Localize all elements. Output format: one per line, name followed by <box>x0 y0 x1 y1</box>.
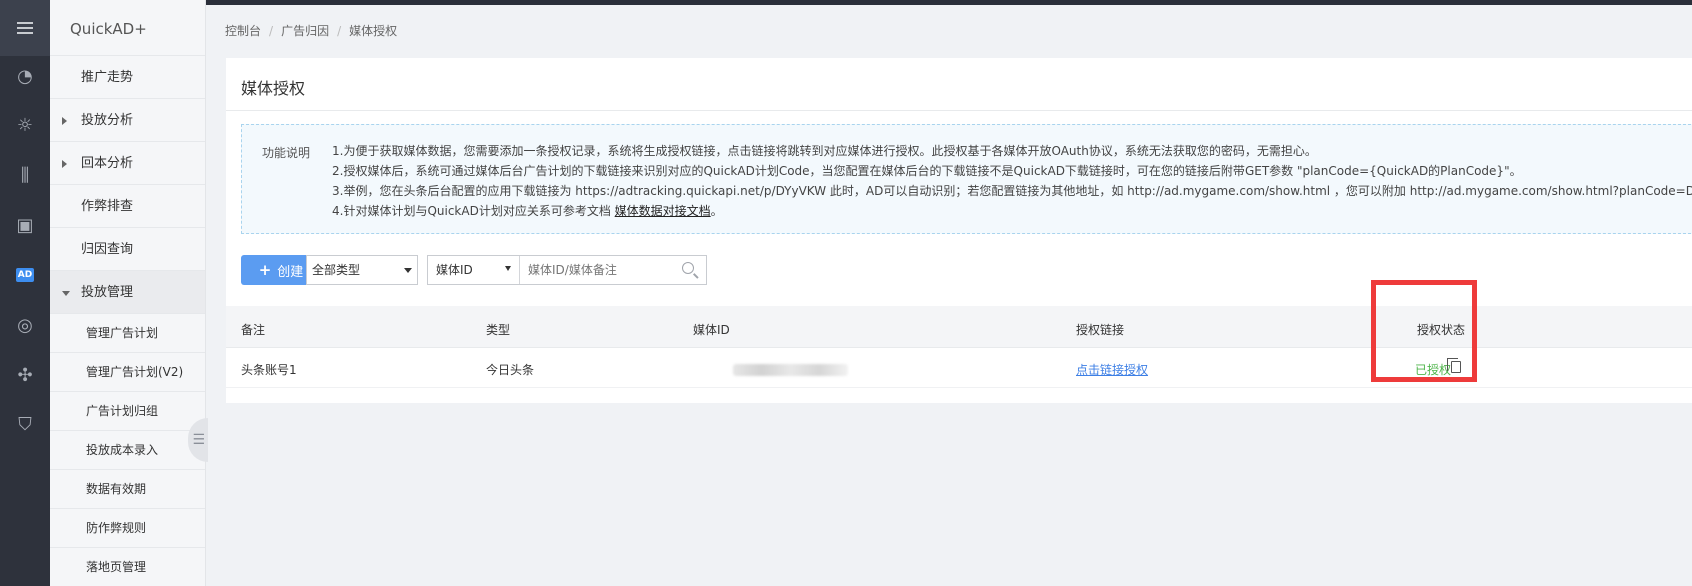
search-input[interactable] <box>528 256 678 284</box>
type-select[interactable]: 全部类型 <box>306 255 418 285</box>
sidebar-item-label: 作弊排查 <box>81 199 134 214</box>
divider <box>226 110 1692 111</box>
sidebar-item-label: 回本分析 <box>81 156 134 171</box>
column-header: 授权链接 <box>1076 323 1125 337</box>
cell-type: 今日头条 <box>486 363 535 377</box>
caret-down-icon <box>505 266 511 271</box>
plus-icon: + <box>258 261 272 279</box>
sidebar-subitem-anti-fraud-rules[interactable]: 防作弊规则 <box>50 509 205 548</box>
sidebar-subitem-cost-entry[interactable]: 投放成本录入 <box>50 431 205 470</box>
sidebar-item-attribution-query[interactable]: 归因查询 <box>50 228 205 271</box>
caret-right-icon <box>62 117 67 125</box>
target-icon[interactable]: ◎ <box>0 313 50 337</box>
dashboard-icon[interactable]: ◔ <box>0 64 50 88</box>
highlight-annotation <box>1371 280 1477 382</box>
redacted-media-id <box>733 364 848 376</box>
sidebar-subitem-manage-plans-v2[interactable]: 管理广告计划(V2) <box>50 353 205 392</box>
feature-notice: 功能说明 1.为便于获取媒体数据，您需要添加一条授权记录，系统将生成授权链接，点… <box>241 124 1692 234</box>
shield-check-icon[interactable]: ⛉ <box>0 412 50 436</box>
sidebar-subitem-landing-pages[interactable]: 落地页管理 <box>50 548 205 586</box>
search-type-select[interactable]: 媒体ID <box>428 256 520 284</box>
breadcrumb-item[interactable]: 广告归因 <box>281 24 329 38</box>
docs-link[interactable]: 媒体数据对接文档 <box>615 204 711 218</box>
breadcrumb-item[interactable]: 控制台 <box>225 24 261 38</box>
column-header: 类型 <box>486 323 511 337</box>
notice-line-text: 。 <box>710 204 723 218</box>
notice-line: 3.举例，您在头条后台配置的应用下载链接为 https://adtracking… <box>332 184 1692 198</box>
sidebar-item-fraud-check[interactable]: 作弊排查 <box>50 185 205 228</box>
search-icon[interactable] <box>682 262 694 274</box>
sun-icon[interactable]: ☼ <box>0 113 50 137</box>
caret-down-icon <box>62 291 70 296</box>
notice-line: 4.针对媒体计划与QuickAD计划对应关系可参考文档 媒体数据对接文档。 <box>332 201 1692 221</box>
dollar-doc-icon[interactable]: ▣ <box>0 213 50 237</box>
brand-title: QuickAD+ <box>50 0 205 56</box>
sidebar-item-payback-analysis[interactable]: 回本分析 <box>50 142 205 185</box>
caret-right-icon <box>62 160 67 168</box>
type-select-value: 全部类型 <box>312 263 361 277</box>
sidebar-subitem-plan-grouping[interactable]: 广告计划归组 <box>50 392 205 431</box>
search-type-value: 媒体ID <box>436 263 473 277</box>
create-button-label: 创建 <box>277 264 304 280</box>
breadcrumb: 控制台 / 广告归因 / 媒体授权 <box>225 24 398 38</box>
sidebar-item-delivery-analysis[interactable]: 投放分析 <box>50 99 205 142</box>
sidebar-item-delivery-management[interactable]: 投放管理 <box>50 271 205 314</box>
ad-icon[interactable]: AD <box>0 263 50 287</box>
sidebar-item-label: 归因查询 <box>81 242 134 257</box>
top-bar <box>0 0 1692 5</box>
menu-icon[interactable] <box>0 0 50 56</box>
sidebar: QuickAD+ 推广走势 投放分析 回本分析 作弊排查 归因查询 投放管理 管… <box>50 0 206 586</box>
notice-label: 功能说明 <box>262 146 311 160</box>
chevron-down-icon <box>404 268 412 273</box>
sidebar-item-trend[interactable]: 推广走势 <box>50 56 205 99</box>
column-header: 媒体ID <box>693 323 730 337</box>
search-box: 媒体ID <box>427 255 707 285</box>
page-title: 媒体授权 <box>241 79 306 98</box>
sidebar-item-label: 投放管理 <box>81 285 134 300</box>
auth-link[interactable]: 点击链接授权 <box>1076 361 1148 378</box>
notice-line: 2.授权媒体后，系统可通过媒体后台广告计划的下载链接来识别对应的QuickAD计… <box>332 164 1522 178</box>
sidebar-subitem-data-validity[interactable]: 数据有效期 <box>50 470 205 509</box>
sidebar-subitem-manage-plans[interactable]: 管理广告计划 <box>50 314 205 353</box>
cell-remark: 头条账号1 <box>241 363 297 377</box>
bar-chart-icon[interactable]: ⫼ <box>0 163 50 187</box>
column-header: 备注 <box>241 323 266 337</box>
notice-line: 1.为便于获取媒体数据，您需要添加一条授权记录，系统将生成授权链接，点击链接将跳… <box>332 144 1317 158</box>
sidebar-item-label: 投放分析 <box>81 113 134 128</box>
network-icon[interactable]: ✣ <box>0 363 50 387</box>
icon-rail: ◔ ☼ ⫼ ▣ AD ◎ ✣ ⛉ <box>0 0 50 586</box>
notice-line-text: 4.针对媒体计划与QuickAD计划对应关系可参考文档 <box>332 204 615 218</box>
sidebar-item-label: 推广走势 <box>81 70 134 85</box>
notice-text: 1.为便于获取媒体数据，您需要添加一条授权记录，系统将生成授权链接，点击链接将跳… <box>332 141 1692 221</box>
breadcrumb-item: 媒体授权 <box>349 24 398 38</box>
